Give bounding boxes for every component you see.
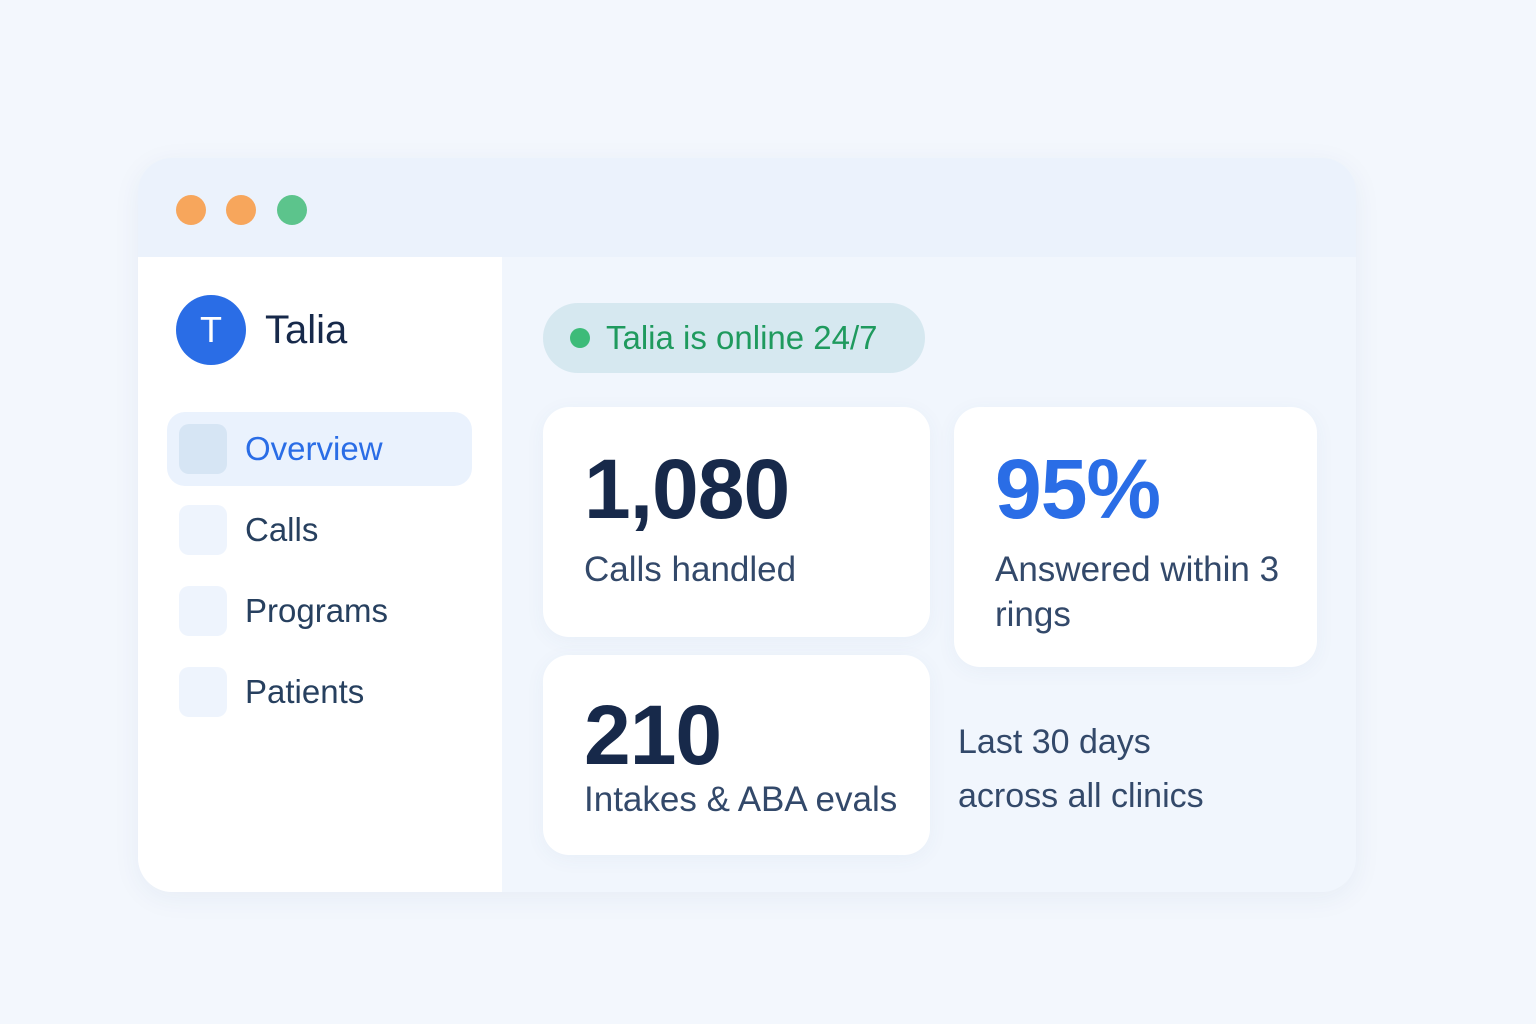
sidebar-nav: Overview Calls Programs Patients — [167, 412, 472, 736]
overview-icon — [179, 424, 227, 474]
minimize-window-button[interactable] — [226, 195, 256, 225]
sidebar-item-label: Overview — [245, 430, 383, 467]
online-status-icon — [570, 328, 590, 348]
app-window: T Talia Overview Calls Programs Patients — [138, 158, 1356, 892]
metric-card-intakes: 210 Intakes & ABA evals — [543, 655, 930, 855]
brand-name: Talia — [265, 307, 348, 352]
sidebar-item-programs[interactable]: Programs — [167, 574, 472, 648]
metric-value: 1,080 — [584, 442, 790, 536]
close-window-button[interactable] — [176, 195, 206, 225]
calls-icon — [179, 505, 227, 555]
sidebar-item-label: Calls — [245, 511, 319, 548]
metric-label: Answered within 3 rings — [995, 550, 1280, 634]
sidebar-item-calls[interactable]: Calls — [167, 493, 472, 567]
avatar: T — [176, 295, 246, 365]
metric-label: Intakes & ABA evals — [584, 780, 898, 819]
sidebar-item-label: Patients — [245, 673, 365, 710]
metric-label: Calls handled — [584, 550, 797, 589]
metric-card-answer-rate: 95% Answered within 3 rings — [954, 407, 1317, 667]
sidebar: T Talia Overview Calls Programs Patients — [138, 257, 502, 892]
status-text: Talia is online 24/7 — [606, 319, 878, 356]
period-note: Last 30 days across all clinics — [958, 715, 1298, 823]
brand: T Talia — [176, 295, 347, 365]
sidebar-item-overview[interactable]: Overview — [167, 412, 472, 486]
window-titlebar — [138, 158, 1356, 257]
main-content: Talia is online 24/7 1,080 Calls handled… — [502, 257, 1356, 892]
programs-icon — [179, 586, 227, 636]
status-badge: Talia is online 24/7 — [543, 303, 925, 373]
metric-value: 95% — [995, 442, 1161, 536]
patients-icon — [179, 667, 227, 717]
metric-value: 210 — [584, 688, 722, 782]
sidebar-item-patients[interactable]: Patients — [167, 655, 472, 729]
period-note-line: across all clinics — [958, 777, 1204, 815]
maximize-window-button[interactable] — [277, 195, 307, 225]
period-note-line: Last 30 days — [958, 723, 1151, 761]
sidebar-item-label: Programs — [245, 592, 389, 629]
metric-card-calls-handled: 1,080 Calls handled — [543, 407, 930, 637]
